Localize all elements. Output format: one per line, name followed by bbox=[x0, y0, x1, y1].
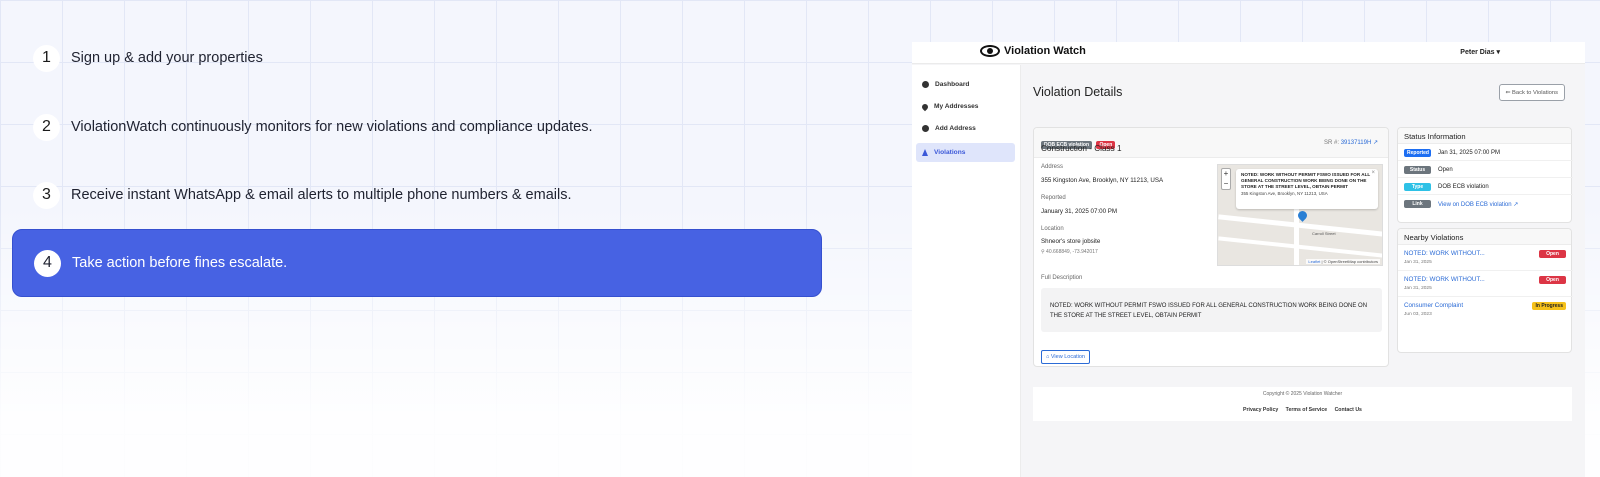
step-1[interactable]: 1 Sign up & add your properties bbox=[12, 24, 822, 92]
zoom-out-button[interactable]: − bbox=[1222, 179, 1230, 189]
popup-title: NOTED: WORK WITHOUT PERMIT FSWO ISSUED F… bbox=[1241, 172, 1371, 189]
eye-logo-icon bbox=[980, 45, 1000, 57]
step-text: Receive instant WhatsApp & email alerts … bbox=[71, 187, 572, 203]
link-badge: Link bbox=[1404, 200, 1431, 208]
step-3[interactable]: 3 Receive instant WhatsApp & email alert… bbox=[12, 161, 822, 229]
nearby-status-badge: In Progress bbox=[1532, 302, 1566, 310]
violation-details-card: DOB ECB violation Open Construction - Cl… bbox=[1033, 127, 1389, 367]
leaflet-link[interactable]: Leaflet bbox=[1308, 259, 1320, 264]
sidebar-item-label: Add Address bbox=[935, 125, 976, 132]
zoom-in-button[interactable]: + bbox=[1222, 169, 1230, 179]
map-zoom-control[interactable]: + − bbox=[1221, 168, 1231, 190]
sidebar-item-my-addresses[interactable]: My Addresses bbox=[916, 97, 1015, 116]
sidebar-item-dashboard[interactable]: Dashboard bbox=[916, 75, 1015, 94]
step-number: 4 bbox=[34, 249, 61, 277]
copyright: Copyright © 2025 Violation Watcher bbox=[1262, 391, 1343, 397]
view-location-button[interactable]: ⌂ View Location bbox=[1041, 350, 1090, 364]
contact-us-link[interactable]: Contact Us bbox=[1335, 407, 1362, 413]
step-4[interactable]: 4 Take action before fines escalate. bbox=[12, 229, 822, 297]
step-text: ViolationWatch continuously monitors for… bbox=[71, 119, 593, 135]
osm-attribution: | © OpenStreetMap contributors bbox=[1320, 259, 1378, 264]
status-value: Open bbox=[1438, 166, 1453, 173]
status-row-status: Status Open bbox=[1398, 162, 1573, 178]
warning-icon bbox=[922, 149, 928, 156]
back-to-violations-button[interactable]: ⇐ Back to Violations bbox=[1498, 84, 1565, 101]
nearby-row[interactable]: NOTED: WORK WITHOUT... Jan 31, 2025 Open bbox=[1398, 272, 1573, 297]
map-pin-icon bbox=[920, 102, 930, 111]
location-value: Shneor's store jobsite bbox=[1041, 238, 1101, 245]
privacy-policy-link[interactable]: Privacy Policy bbox=[1243, 407, 1278, 413]
step-2[interactable]: 2 ViolationWatch continuously monitors f… bbox=[12, 93, 822, 161]
dob-link[interactable]: View on DOB ECB violation ↗ bbox=[1438, 201, 1518, 208]
location-label: Location bbox=[1041, 226, 1064, 232]
coordinates: ⚲ 40.668849, -73.942017 bbox=[1041, 249, 1098, 255]
step-number: 2 bbox=[33, 113, 60, 141]
sidebar-item-label: My Addresses bbox=[934, 103, 979, 110]
sidebar: Dashboard My Addresses Add Address Viola… bbox=[912, 65, 1021, 477]
nearby-row[interactable]: Consumer Complaint Jun 03, 2023 In Progr… bbox=[1398, 298, 1573, 323]
type-badge: Type bbox=[1404, 182, 1431, 191]
sr-link[interactable]: 39137119H ↗ bbox=[1341, 140, 1378, 146]
sidebar-item-label: Violations bbox=[934, 149, 966, 156]
nearby-date: Jan 31, 2025 bbox=[1404, 286, 1432, 291]
sr-label: SR #: bbox=[1324, 140, 1340, 146]
nearby-date: Jun 03, 2023 bbox=[1404, 312, 1432, 317]
footer-links: Privacy Policy Terms of Service Contact … bbox=[1033, 407, 1572, 413]
map-street-label: Carroll Street bbox=[1312, 231, 1336, 236]
sr-number: SR #: 39137119H ↗ bbox=[1324, 139, 1378, 146]
nearby-row[interactable]: NOTED: WORK WITHOUT... Jan 31, 2025 Open bbox=[1398, 246, 1573, 271]
address-value: 355 Kingston Ave, Brooklyn, NY 11213, US… bbox=[1041, 177, 1164, 184]
popup-close-icon[interactable]: × bbox=[1371, 170, 1375, 176]
step-number: 3 bbox=[33, 181, 60, 209]
step-text: Sign up & add your properties bbox=[71, 50, 263, 66]
dashboard-icon bbox=[922, 81, 929, 88]
address-label: Address bbox=[1041, 164, 1064, 170]
map-road bbox=[1218, 236, 1382, 258]
location-map[interactable]: + − NOTED: WORK WITHOUT PERMIT FSWO ISSU… bbox=[1217, 164, 1383, 266]
nearby-status-badge: Open bbox=[1539, 276, 1566, 284]
status-row-type: Type DOB ECB violation bbox=[1398, 179, 1573, 195]
description-label: Full Description bbox=[1041, 275, 1083, 281]
page-title: Violation Details bbox=[1033, 85, 1123, 99]
app-screenshot: Violation Watch Peter Dias ▾ Dashboard M… bbox=[912, 42, 1585, 477]
nearby-violations-card: Nearby Violations NOTED: WORK WITHOUT...… bbox=[1397, 228, 1573, 353]
top-navbar: Violation Watch Peter Dias ▾ bbox=[912, 42, 1585, 64]
user-menu[interactable]: Peter Dias ▾ bbox=[1460, 48, 1500, 56]
type-value: DOB ECB violation bbox=[1438, 183, 1489, 190]
status-row-reported: Reported Jan 31, 2025 07:00 PM bbox=[1398, 145, 1573, 161]
step-number: 1 bbox=[33, 44, 60, 72]
status-badge: Status bbox=[1404, 165, 1431, 174]
app-footer: Copyright © 2025 Violation Watcher Priva… bbox=[1033, 387, 1572, 421]
violation-subtitle: Construction - Class 1 bbox=[1041, 144, 1122, 153]
reported-value: Jan 31, 2025 07:00 PM bbox=[1438, 149, 1501, 156]
map-popup: NOTED: WORK WITHOUT PERMIT FSWO ISSUED F… bbox=[1236, 169, 1378, 209]
step-text: Take action before fines escalate. bbox=[72, 255, 288, 271]
main-content: Violation Details ⇐ Back to Violations D… bbox=[1021, 65, 1585, 477]
brand[interactable]: Violation Watch bbox=[980, 45, 1086, 57]
popup-address: 355 Kingston Ave, Brooklyn, NY 11213, US… bbox=[1241, 191, 1328, 196]
terms-of-service-link[interactable]: Terms of Service bbox=[1286, 407, 1327, 413]
status-information-card: Status Information Reported Jan 31, 2025… bbox=[1397, 127, 1573, 223]
plus-circle-icon bbox=[922, 125, 929, 132]
sidebar-item-label: Dashboard bbox=[935, 81, 970, 88]
full-description: NOTED: WORK WITHOUT PERMIT FSWO ISSUED F… bbox=[1041, 288, 1382, 332]
nearby-date: Jan 31, 2025 bbox=[1404, 260, 1432, 265]
sidebar-item-add-address[interactable]: Add Address bbox=[916, 119, 1015, 138]
reported-label: Reported bbox=[1041, 195, 1066, 201]
reported-badge: Reported bbox=[1404, 148, 1431, 157]
nearby-card-title: Nearby Violations bbox=[1398, 229, 1571, 245]
brand-name: Violation Watch bbox=[1004, 45, 1086, 57]
status-row-link: Link View on DOB ECB violation ↗ bbox=[1398, 196, 1573, 212]
status-card-title: Status Information bbox=[1398, 128, 1571, 144]
map-attribution: Leaflet | © OpenStreetMap contributors bbox=[1306, 259, 1380, 264]
reported-value: January 31, 2025 07:00 PM bbox=[1041, 208, 1118, 215]
details-card-header: DOB ECB violation Open Construction - Cl… bbox=[1034, 128, 1388, 158]
sidebar-item-violations[interactable]: Violations bbox=[916, 143, 1015, 162]
nearby-status-badge: Open bbox=[1539, 250, 1566, 258]
